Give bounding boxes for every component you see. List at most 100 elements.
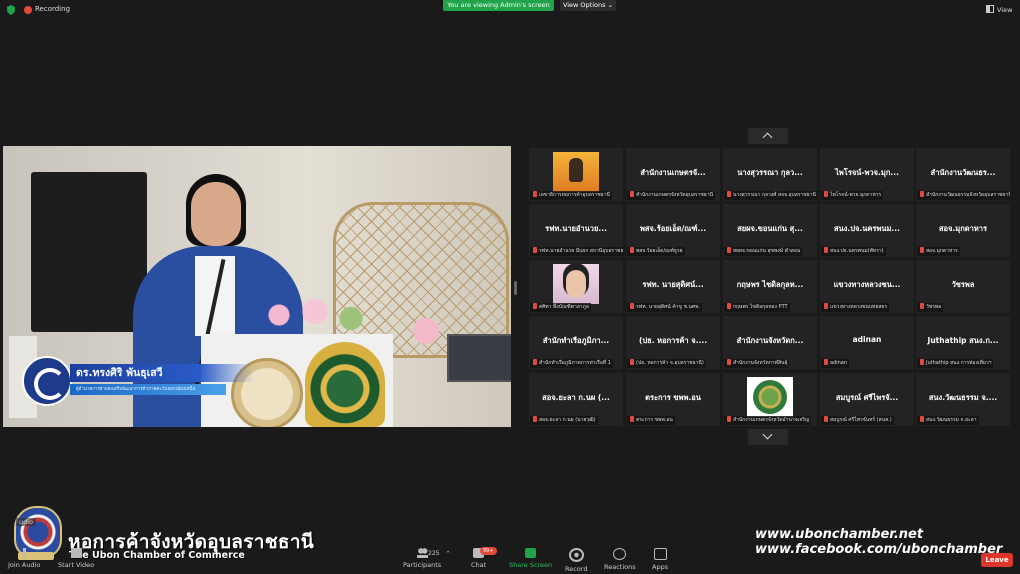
participant-display-name: พสจ.ร้อยเอ็ด/ณฑ์...: [639, 224, 707, 233]
headphone-icon: [18, 548, 30, 558]
loudspeaker: [31, 172, 147, 332]
participant-display-name: สนง.ปจ.นครพนม...: [834, 224, 900, 233]
participant-tile[interactable]: รฟท.นายอำนวย... รฟท.นายอำนวย มีแผก สถานีอ…: [529, 204, 623, 257]
participant-photo: [553, 264, 599, 304]
participant-display-name: ไพโรจน์-พวจ.มุก...: [835, 168, 899, 177]
participant-name-text: สยผจ.ขอนแก่น สุขพงษ์ คำสอน: [733, 248, 801, 254]
participant-name-text: สำนักทำเรือภูมิภาคการท่าเรือที่ 1: [539, 360, 611, 366]
muted-mic-icon: [727, 359, 731, 365]
muted-mic-icon: [920, 303, 924, 309]
view-label: View: [997, 6, 1013, 14]
participant-name-label: adinan: [821, 359, 850, 368]
participant-name-text: วัชรพล: [926, 304, 942, 310]
participant-tile[interactable]: สำนักงานเกษตรจั... สำนักงานเกษตรจังหวัดอุ…: [626, 148, 720, 201]
participant-tile[interactable]: แขวงทางหลวงชน... แขวงทางหลวงชนบทยสธร: [820, 260, 914, 313]
podium-crest: [305, 342, 385, 427]
record-button[interactable]: Record: [565, 548, 587, 573]
muted-mic-icon: [824, 359, 828, 365]
participant-tile[interactable]: ตระการ ขพพ.อน ตระการ ขพพ.อน: [626, 373, 720, 426]
record-icon: [568, 548, 584, 562]
participant-tile[interactable]: วัชรพล วัชรพล: [916, 260, 1010, 313]
chevron-up-icon[interactable]: ^: [446, 551, 450, 557]
participant-display-name: สอจ.มุกดาหาร: [938, 224, 988, 233]
participant-display-name: สยผจ.ขอนแก่น สุ...: [737, 224, 803, 233]
participant-display-name: (ปธ. หอการค้า จ....: [638, 336, 708, 345]
participant-name-label: แขวงทางหลวงชนบทยสธร: [821, 303, 890, 312]
participant-tile[interactable]: สนง.วัฒนธรรม จ.... สนง.วัฒนธรรม จ.ยะลา: [916, 373, 1010, 426]
participant-tile[interactable]: สำนักทำเรือภูมิภา... สำนักทำเรือภูมิภาคกา…: [529, 316, 623, 369]
presenter-face: [191, 182, 241, 246]
apps-label: Apps: [652, 563, 669, 571]
participant-tile[interactable]: สำนักงานจังหวัดก... สำนักงานจังหวัดกาฬสิน…: [723, 316, 817, 369]
muted-mic-icon: [630, 191, 634, 197]
gallery-page-up-button[interactable]: [748, 128, 788, 144]
participant-tile[interactable]: ไพโรจน์-พวจ.มุก... ไพโรจน์-พวจ.มุกดาหาร: [820, 148, 914, 201]
apps-button[interactable]: Apps: [652, 548, 668, 571]
muted-mic-icon: [630, 416, 634, 422]
chevron-down-icon: [762, 429, 773, 440]
muted-mic-icon: [824, 191, 828, 197]
participant-tile[interactable]: สอจ.มุกดาหาร สอจ.มุกดาหาร: [916, 204, 1010, 257]
muted-mic-icon: [533, 303, 537, 309]
reactions-button[interactable]: Reactions: [604, 548, 636, 571]
gallery-page-down-button[interactable]: [748, 429, 788, 445]
participant-tile[interactable]: สำนักงานเกษตรจังหวัดอำนาจเจริญ: [723, 373, 817, 426]
share-screen-button[interactable]: Share Screen: [509, 548, 552, 569]
participant-display-name: แขวงทางหลวงชน...: [833, 280, 901, 289]
speaker-role: ผู้อำนวยการฝ่ายส่งเสริมพัฒนาการค้าภาคตะว…: [70, 384, 226, 395]
participant-name-label: รฟท.นายอำนวย มีแผก สถานีอุบลราชธานี: [530, 247, 623, 256]
participant-display-name: adinan: [852, 335, 882, 344]
participant-display-name: นางสุวรรณา กุลว...: [737, 168, 803, 177]
participants-label: Participants: [403, 561, 442, 569]
participant-tile[interactable]: ศศิตา พึ่งบัณฑิตาลาภูล: [529, 260, 623, 313]
participants-icon: [416, 548, 428, 558]
participant-photo: [747, 377, 793, 417]
start-video-button[interactable]: Start Video: [58, 548, 94, 569]
participant-name-text: สำนักงานจังหวัดกาฬสินธุ์: [733, 360, 788, 366]
muted-mic-icon: [533, 247, 537, 253]
participant-tile[interactable]: กฤษพร ไชดิลกุลห... กฤษพร ไชดิลกุลหอง PTT: [723, 260, 817, 313]
view-button[interactable]: View: [986, 5, 1012, 14]
facebook-text: www.facebook.com/ubonchamber: [755, 542, 1003, 557]
participant-tile[interactable]: Juthathip สนง.ก... Juthathip สนง.การท่องเ…: [916, 316, 1010, 369]
participant-display-name: วัชรพล: [951, 280, 975, 289]
participant-tile[interactable]: สมบูรณ์ ศรีไพรจั... สมบูรณ์ ศรีไพรจันทร์ …: [820, 373, 914, 426]
splitter-handle[interactable]: [514, 281, 517, 295]
participant-tile[interactable]: (ปธ. หอการค้า จ.... (ปธ. หอการค้า จ.อุบลร…: [626, 316, 720, 369]
participant-name-text: แขวงทางหลวงชนบทยสธร: [830, 304, 888, 310]
participant-tile[interactable]: นางสุวรรณา กุลว... นางสุวรรณา กุลวงศ์ สจจ…: [723, 148, 817, 201]
muted-mic-icon: [727, 247, 731, 253]
participant-display-name: กฤษพร ไชดิลกุลห...: [736, 280, 804, 289]
participant-tile[interactable]: สนง.ปจ.นครพนม... สนง.ปจ.นครพนม(พัทรา): [820, 204, 914, 257]
participant-name-label: นางสุวรรณา กุลวงศ์ สจจ.อุบลราชธานี: [724, 191, 817, 200]
participant-tile[interactable]: เลขาธิการหอการค้าอุบลราชธานี: [529, 148, 623, 201]
reactions-label: Reactions: [604, 563, 636, 571]
muted-mic-icon: [920, 247, 924, 253]
participant-name-text: (ปธ. หอการค้า จ.อุบลราชธานี): [636, 360, 704, 366]
join-audio-button[interactable]: Join Audio: [8, 548, 40, 569]
shield-icon[interactable]: [6, 5, 16, 15]
muted-mic-icon: [727, 303, 731, 309]
muted-mic-icon: [727, 416, 731, 422]
participant-tile[interactable]: สยผจ.ขอนแก่น สุ... สยผจ.ขอนแก่น สุขพงษ์ ค…: [723, 204, 817, 257]
participant-name-text: สำนักงานวัฒนธรรมจังหวัดอุบลราชธานี: [926, 192, 1010, 198]
participant-display-name: สอจ.ยะลา ก.นผ (...: [542, 393, 610, 402]
participant-tile[interactable]: สอจ.ยะลา ก.นผ (... สอจ.ยะลา ก.นผ (นายวุฒิ…: [529, 373, 623, 426]
participant-tile[interactable]: รฟท. นายสุดิศน์... รฟท. นายสุดิศน์ ค้าขู …: [626, 260, 720, 313]
participant-name-label: สนง.วัฒนธรรม จ.ยะลา: [917, 416, 979, 425]
participant-name-text: รฟท. นายสุดิศน์ ค้าขู ช.นศท.: [636, 304, 700, 310]
leave-button[interactable]: Leave: [981, 553, 1013, 567]
participant-tile[interactable]: adinan adinan: [820, 316, 914, 369]
chamber-english-name: The Ubon Chamber of Commerce: [69, 550, 245, 561]
muted-mic-icon: [824, 247, 828, 253]
participant-count: 225: [428, 550, 440, 557]
participant-name-label: สำนักงานวัฒนธรรมจังหวัดอุบลราชธานี: [917, 191, 1010, 200]
muted-mic-icon: [630, 303, 634, 309]
view-options-button[interactable]: View Options ⌄: [560, 0, 616, 11]
participant-tile[interactable]: พสจ.ร้อยเอ็ด/ณฑ์... พสจ.ร้อยเอ็ด/ณฑ์ธูรธ: [626, 204, 720, 257]
participant-display-name: ตระการ ขพพ.อน: [645, 393, 701, 402]
participant-name-label: ไพโรจน์-พวจ.มุกดาหาร: [821, 191, 884, 200]
view-options-label: View Options: [562, 1, 606, 9]
participant-tile[interactable]: สำนักงานวัฒนธร... สำนักงานวัฒนธรรมจังหวัด…: [916, 148, 1010, 201]
muted-mic-icon: [630, 247, 634, 253]
